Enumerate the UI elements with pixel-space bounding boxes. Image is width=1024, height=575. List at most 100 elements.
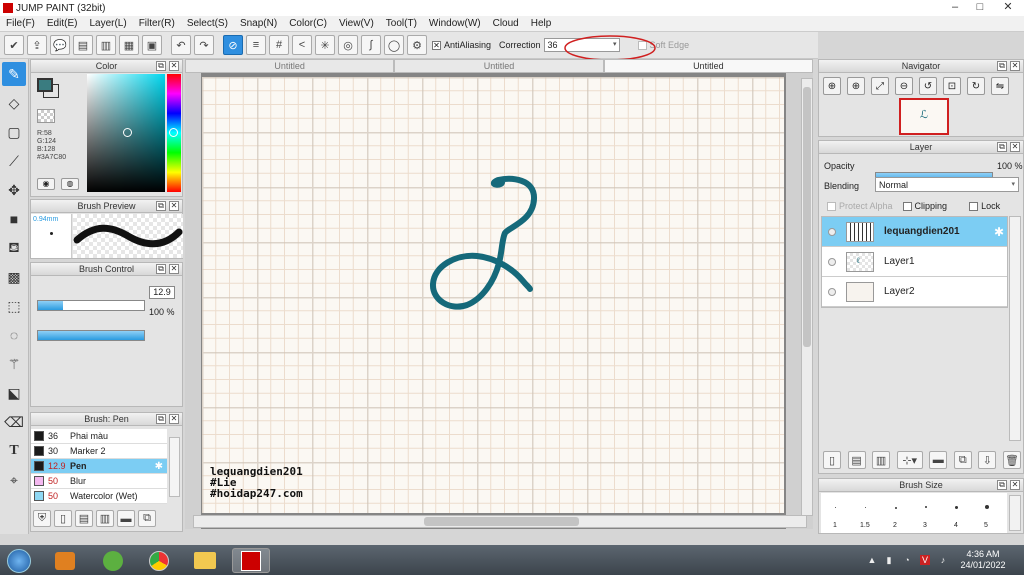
navigator-preview[interactable]: ℒ xyxy=(899,98,949,135)
float-icon[interactable]: ⧉ xyxy=(156,414,166,424)
protect-alpha-checkbox[interactable] xyxy=(827,201,836,211)
lock-checkbox[interactable] xyxy=(969,201,979,211)
jump-paint-taskbar-icon[interactable] xyxy=(232,548,270,573)
minimize-button[interactable]: – xyxy=(945,0,965,16)
menu-layer[interactable]: Layer(L) xyxy=(83,18,132,29)
gradient-icon[interactable]: ▩ xyxy=(2,265,26,289)
pen-tool-icon[interactable]: ✎ xyxy=(2,62,26,86)
new-layer-icon[interactable]: ▯ xyxy=(823,451,841,469)
redo-icon[interactable]: ↷ xyxy=(194,35,214,55)
menu-edit[interactable]: Edit(E) xyxy=(41,18,84,29)
ccleaner-icon[interactable] xyxy=(94,548,132,573)
clipping-checkbox[interactable] xyxy=(902,201,912,211)
move-icon[interactable]: ✥ xyxy=(2,178,26,202)
grid-snap-icon[interactable]: # xyxy=(269,35,289,55)
visibility-icon[interactable] xyxy=(828,257,836,266)
vertical-scroll-thumb[interactable] xyxy=(803,87,811,347)
menu-color[interactable]: Color(C) xyxy=(283,18,333,29)
layer-add-menu-icon[interactable]: ⊹▾ xyxy=(896,451,923,469)
close-icon[interactable]: ✕ xyxy=(169,264,179,274)
maximize-button[interactable]: □ xyxy=(970,0,990,16)
folder-icon[interactable]: ▬ xyxy=(117,510,135,527)
new-text-layer-icon[interactable]: ▥ xyxy=(872,451,891,469)
brush-size-grid[interactable]: 1 1.5 2 3 4 5 xyxy=(821,493,1007,533)
flip-icon[interactable]: ⇋ xyxy=(991,77,1009,95)
menu-help[interactable]: Help xyxy=(525,18,558,29)
vertical-scrollbar[interactable] xyxy=(801,78,813,516)
hue-slider[interactable] xyxy=(167,74,181,192)
system-clock[interactable]: 4:36 AM 24/01/2022 xyxy=(958,549,1008,571)
eyedropper-icon[interactable]: ⌖ xyxy=(2,468,26,492)
gear-icon[interactable]: ✱ xyxy=(994,225,1004,239)
close-icon[interactable]: ✕ xyxy=(169,201,179,211)
comment-icon[interactable]: 💬 xyxy=(50,35,70,55)
duplicate-layer-icon[interactable]: ⧉ xyxy=(953,451,972,469)
menu-file[interactable]: File(F) xyxy=(0,18,41,29)
foreground-color-swatch[interactable] xyxy=(37,78,53,92)
menu-window[interactable]: Window(W) xyxy=(423,18,487,29)
story-icon[interactable]: ▤ xyxy=(73,35,93,55)
new-raster-layer-icon[interactable]: ▤ xyxy=(847,451,866,469)
curve-icon[interactable]: ∫ xyxy=(361,35,381,55)
layer-row-selected[interactable]: lequangdien201 ✱ xyxy=(822,217,1007,247)
menu-tool[interactable]: Tool(T) xyxy=(380,18,423,29)
brush-item[interactable]: 50 Watercolor (Wet) xyxy=(31,489,167,504)
palette-edit-icon[interactable]: ◍ xyxy=(61,178,79,190)
brush-opacity-slider[interactable] xyxy=(37,330,145,341)
float-icon[interactable]: ⧉ xyxy=(997,61,1007,71)
zoom-in-icon[interactable]: ⊕ xyxy=(823,77,841,95)
visibility-icon[interactable] xyxy=(828,287,836,296)
volume-icon[interactable]: ♪ xyxy=(938,555,948,565)
brush-list-scrollbar[interactable] xyxy=(169,437,180,497)
folder-icon[interactable]: ▬ xyxy=(929,451,948,469)
blending-select[interactable]: Normal ▾ xyxy=(875,177,1019,192)
bucket-icon[interactable]: ⛾ xyxy=(2,236,26,260)
horizontal-scrollbar[interactable] xyxy=(193,515,807,528)
layer-row[interactable]: Layer2 xyxy=(822,277,1007,307)
float-icon[interactable]: ⧉ xyxy=(997,480,1007,490)
brush-size-scrollbar[interactable] xyxy=(1009,495,1021,531)
select-rect-icon[interactable]: ⬚ xyxy=(2,294,26,318)
tab-untitled-2[interactable]: Untitled xyxy=(394,59,604,73)
close-icon[interactable]: ✕ xyxy=(1010,142,1020,152)
tab-untitled-3[interactable]: Untitled xyxy=(603,59,813,73)
select-pen-icon[interactable]: ⬕ xyxy=(2,381,26,405)
brush-item[interactable]: 36 Phai màu xyxy=(31,429,167,444)
line-tool-icon[interactable]: ⟋ xyxy=(2,149,26,173)
close-icon[interactable]: ✕ xyxy=(1010,480,1020,490)
reset-rotation-icon[interactable]: ⊡ xyxy=(943,77,961,95)
float-icon[interactable]: ⧉ xyxy=(997,142,1007,152)
brush-size-input[interactable]: 12.9 xyxy=(149,286,175,299)
new-page-icon[interactable]: ▯ xyxy=(54,510,72,527)
magic-wand-icon[interactable]: ⚚ xyxy=(2,352,26,376)
menu-snap[interactable]: Snap(N) xyxy=(234,18,283,29)
cloud-check-icon[interactable]: ✔ xyxy=(4,35,24,55)
zoom-out-icon[interactable]: ⊖ xyxy=(895,77,913,95)
ellipse-icon[interactable]: ◯ xyxy=(384,35,404,55)
layout-icon[interactable]: ▣ xyxy=(142,35,162,55)
menu-select[interactable]: Select(S) xyxy=(181,18,234,29)
menu-filter[interactable]: Filter(R) xyxy=(133,18,181,29)
rotate-right-icon[interactable]: ↻ xyxy=(967,77,985,95)
document-icon[interactable]: ▦ xyxy=(119,35,139,55)
start-button[interactable] xyxy=(2,548,36,573)
lasso-icon[interactable]: ◌ xyxy=(2,323,26,347)
float-icon[interactable]: ⧉ xyxy=(156,264,166,274)
close-button[interactable]: ✕ xyxy=(995,0,1021,16)
menu-view[interactable]: View(V) xyxy=(333,18,380,29)
antialiasing-checkbox[interactable]: ✕ xyxy=(432,40,441,50)
duplicate-icon[interactable]: ⧉ xyxy=(138,510,156,527)
transparent-swatch[interactable] xyxy=(37,109,55,123)
eraser-icon[interactable]: ◇ xyxy=(2,91,26,115)
fill-rect-icon[interactable]: ■ xyxy=(2,207,26,231)
gear-icon[interactable]: ✱ xyxy=(155,461,163,472)
brush-item-selected[interactable]: 12.9 Pen ✱ xyxy=(31,459,167,474)
select-eraser-icon[interactable]: ⌫ xyxy=(2,410,26,434)
snap-off-icon[interactable]: ⊘ xyxy=(223,35,243,55)
fit-icon[interactable]: ⤢ xyxy=(871,77,889,95)
zoom-in-alt-icon[interactable]: ⊕ xyxy=(847,77,865,95)
close-icon[interactable]: ✕ xyxy=(1010,61,1020,71)
trash-icon[interactable]: 🗑 xyxy=(1002,451,1021,469)
brush-size-slider[interactable] xyxy=(37,300,145,311)
undo-icon[interactable]: ↶ xyxy=(171,35,191,55)
